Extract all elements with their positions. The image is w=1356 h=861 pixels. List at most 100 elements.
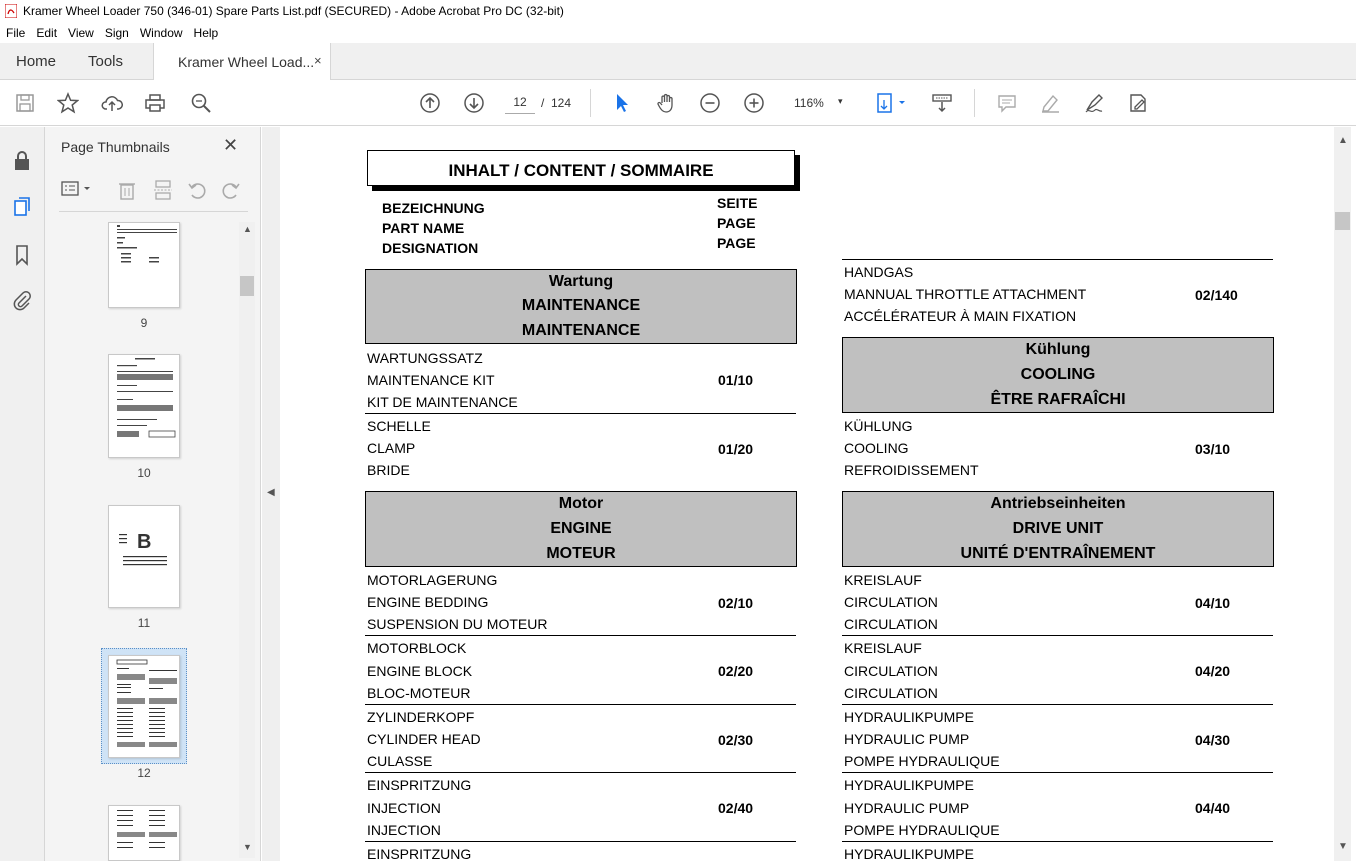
star-icon[interactable]: [56, 91, 80, 115]
extract-pages-icon[interactable]: [152, 179, 174, 204]
item-line: HYDRAULIKPUMPE: [844, 846, 974, 861]
tab-home[interactable]: Home: [16, 53, 56, 70]
svg-text:B: B: [137, 531, 151, 553]
left-rail: [0, 127, 45, 861]
menu-file[interactable]: File: [0, 26, 30, 40]
options-menu-icon[interactable]: [59, 179, 95, 202]
section-header: Wartung MAINTENANCE MAINTENANCE: [365, 269, 797, 344]
tab-close-icon[interactable]: ×: [314, 53, 322, 68]
item-line: BLOC-MOTEUR: [367, 685, 471, 701]
item-divider: [842, 635, 1273, 636]
scroll-mode-icon[interactable]: [930, 91, 954, 115]
item-line: SCHELLE: [367, 418, 431, 434]
search-zoom-icon[interactable]: [189, 91, 213, 115]
section-header: Kühlung COOLING ÊTRE RAFRAÎCHI: [842, 337, 1274, 413]
document-scrollbar[interactable]: ▲ ▼: [1334, 127, 1351, 861]
section-title: UNITÉ D'ENTRAÎNEMENT: [960, 545, 1156, 562]
header-label: PART NAME: [382, 220, 465, 236]
panel-collapse-handle[interactable]: ◀: [262, 127, 280, 861]
page-thumbnails-icon[interactable]: [10, 195, 34, 219]
bookmark-icon[interactable]: [10, 243, 34, 267]
save-icon[interactable]: [13, 91, 37, 115]
menu-help[interactable]: Help: [188, 26, 224, 40]
section-title: Antriebseinheiten: [990, 495, 1126, 512]
page-number-input[interactable]: [505, 90, 535, 114]
zoom-in-icon[interactable]: [742, 91, 766, 115]
item-line: HYDRAULIC PUMP: [844, 731, 970, 747]
thumbnail-page-10[interactable]: [108, 354, 180, 458]
scroll-up-icon[interactable]: ▲: [1338, 135, 1348, 146]
menu-window[interactable]: Window: [134, 26, 188, 40]
item-line: COOLING: [844, 440, 909, 456]
panel-title: Page Thumbnails: [61, 139, 170, 155]
thumbnail-label: 9: [140, 316, 148, 330]
scroll-up-icon[interactable]: ▲: [243, 224, 252, 234]
thumbnail-scrollbar[interactable]: ▲ ▼: [239, 222, 255, 858]
section-title: MAINTENANCE: [521, 297, 641, 314]
section-title: MAINTENANCE: [521, 322, 641, 339]
attachment-icon[interactable]: [10, 288, 34, 312]
menu-view[interactable]: View: [62, 26, 99, 40]
thumbnail-page-12[interactable]: [108, 655, 180, 758]
rotate-left-icon[interactable]: [186, 179, 208, 204]
item-divider: [842, 259, 1273, 260]
item-line: EINSPRITZUNG: [367, 846, 472, 861]
lock-icon[interactable]: [10, 149, 34, 173]
item-line: CIRCULATION: [844, 616, 938, 632]
thumbnail-page-13[interactable]: [108, 805, 180, 861]
item-line: HYDRAULIC PUMP: [844, 800, 970, 816]
tab-document[interactable]: Kramer Wheel Load... ×: [153, 43, 331, 80]
toolbar-divider: [974, 89, 975, 117]
thumbnail-page-9[interactable]: [108, 222, 180, 308]
rotate-right-icon[interactable]: [220, 179, 242, 204]
item-page: 01/20: [718, 441, 754, 457]
zoom-value: 116%: [794, 96, 824, 110]
fit-page-icon[interactable]: [874, 91, 910, 115]
arrow-up-icon[interactable]: [418, 91, 442, 115]
section-title: ÊTRE RAFRAÎCHI: [990, 391, 1126, 408]
item-divider: [365, 635, 796, 636]
item-line: POMPE HYDRAULIQUE: [844, 822, 1000, 838]
delete-icon[interactable]: [116, 179, 138, 204]
hand-icon[interactable]: [654, 91, 678, 115]
comment-icon[interactable]: [995, 91, 1019, 115]
cursor-icon[interactable]: [610, 91, 634, 115]
item-line: HYDRAULIKPUMPE: [844, 777, 974, 793]
page-total: 124: [551, 96, 572, 110]
print-icon[interactable]: [143, 91, 167, 115]
title-bar: Kramer Wheel Loader 750 (346-01) Spare P…: [0, 0, 1356, 22]
header-label: BEZEICHNUNG: [382, 200, 485, 216]
thumbnail-page-11[interactable]: B: [108, 505, 180, 608]
item-divider: [365, 413, 796, 414]
zoom-select[interactable]: 116% ▾: [788, 90, 850, 114]
toolbar: [0, 80, 1356, 126]
scroll-thumb[interactable]: [1335, 212, 1350, 230]
item-line: CIRCULATION: [844, 663, 938, 679]
close-icon[interactable]: ✕: [223, 135, 238, 156]
edit-pdf-icon[interactable]: [1126, 91, 1150, 115]
scroll-down-icon[interactable]: ▼: [1338, 841, 1348, 852]
section-header: Motor ENGINE MOTEUR: [365, 491, 797, 567]
item-page: 02/20: [718, 663, 754, 679]
item-page: 02/10: [718, 595, 754, 611]
highlight-icon[interactable]: [1038, 91, 1062, 115]
zoom-out-icon[interactable]: [698, 91, 722, 115]
upload-icon[interactable]: [100, 91, 124, 115]
menu-edit[interactable]: Edit: [30, 26, 62, 40]
scroll-down-icon[interactable]: ▼: [243, 842, 252, 852]
item-line: KREISLAUF: [844, 640, 922, 656]
item-line: MOTORBLOCK: [367, 640, 467, 656]
item-page: 04/20: [1195, 663, 1231, 679]
tab-tools[interactable]: Tools: [88, 53, 123, 70]
sign-icon[interactable]: [1082, 91, 1106, 115]
arrow-down-icon[interactable]: [462, 91, 486, 115]
item-divider: [842, 772, 1273, 773]
section-header: Antriebseinheiten DRIVE UNIT UNITÉ D'ENT…: [842, 491, 1274, 567]
section-title: Wartung: [548, 273, 614, 290]
menu-sign[interactable]: Sign: [99, 26, 134, 40]
item-line: ACCÉLÉRATEUR À MAIN FIXATION: [844, 308, 1077, 324]
section-title: ENGINE: [550, 520, 612, 537]
scroll-thumb[interactable]: [240, 276, 254, 296]
item-page: 02/30: [718, 732, 754, 748]
item-divider: [842, 704, 1273, 705]
